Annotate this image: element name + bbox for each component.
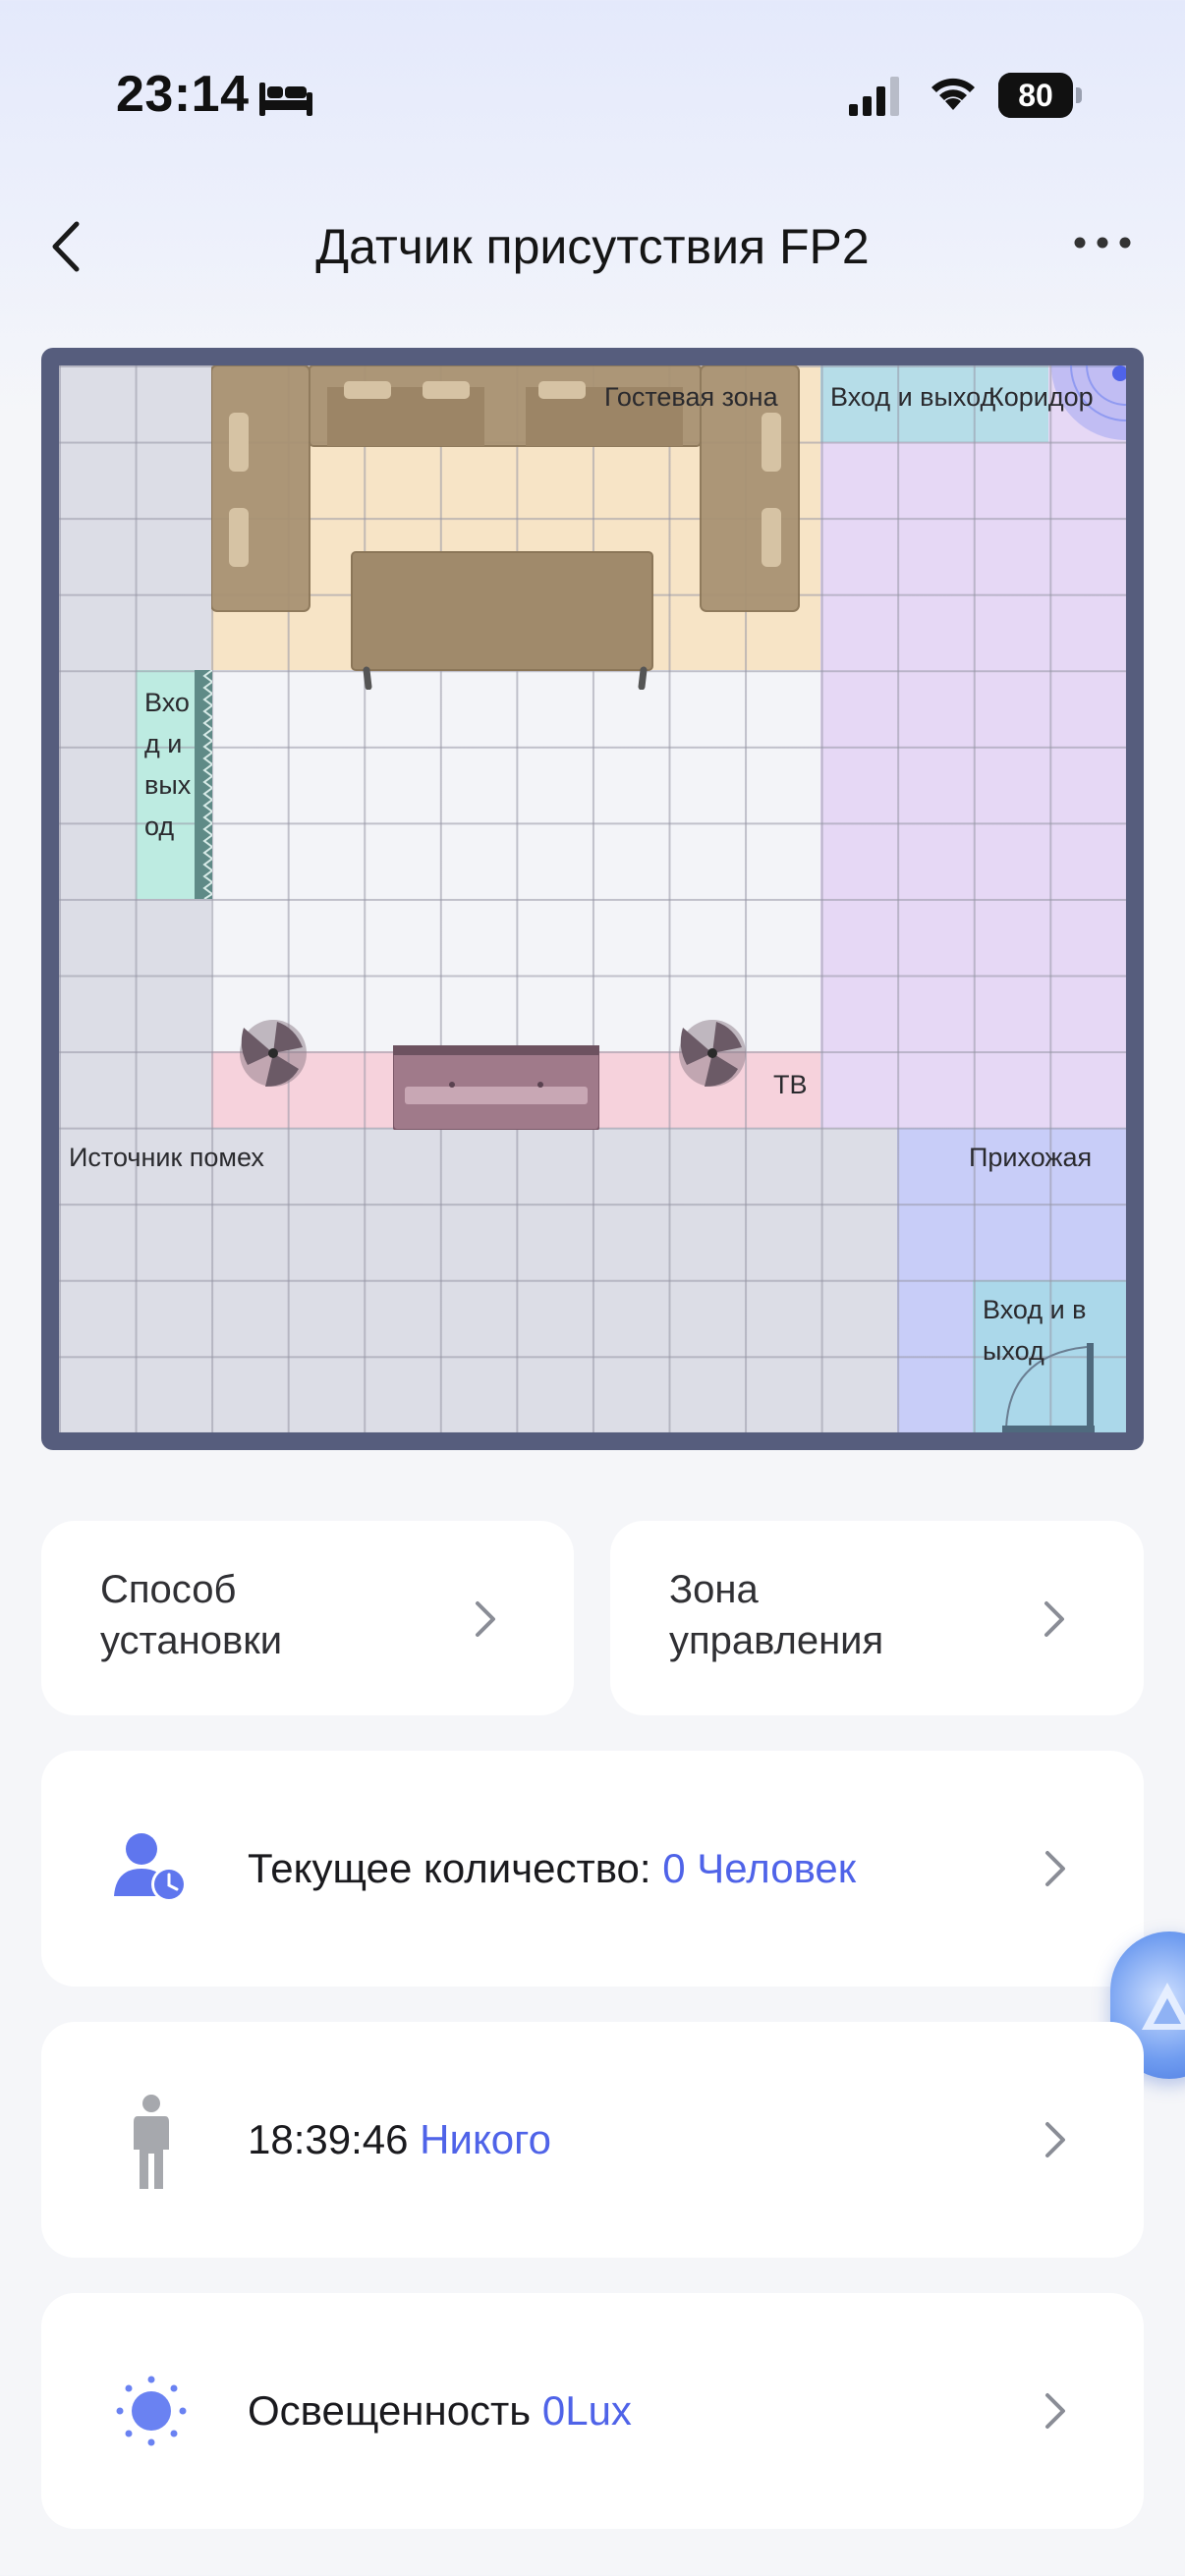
- people-count-text: Текущее количество: 0 Человек: [248, 1845, 856, 1892]
- zone-label-guest: Гостевая зона: [604, 382, 778, 412]
- presence-status-card[interactable]: 18:39:46 Никого: [41, 2022, 1144, 2258]
- illuminance-value: 0Lux: [541, 2387, 632, 2434]
- presence-value: Никого: [420, 2116, 551, 2162]
- people-count-label: Текущее количество:: [248, 1845, 663, 1891]
- zone-label-entrance-left: Вхо д и вых од: [144, 688, 192, 841]
- chevron-right-icon: [1044, 1601, 1064, 1637]
- chevron-right-icon: [1045, 2122, 1065, 2157]
- battery-level: 80: [1018, 78, 1053, 113]
- sun-icon: [116, 2376, 187, 2446]
- corridor-zone[interactable]: [820, 365, 1126, 1128]
- person-clock-icon: [114, 1833, 187, 1902]
- bed-icon: [257, 79, 314, 123]
- illuminance-text: Освещенность 0Lux: [248, 2387, 632, 2435]
- door-icon-left: [195, 670, 212, 899]
- more-dots-icon[interactable]: [1073, 236, 1132, 254]
- install-method-label: Способ установки: [100, 1568, 283, 1662]
- room-map[interactable]: Гостевая зона Вход и выход Коридор Вхо д…: [59, 365, 1126, 1432]
- tv-cabinet-icon: [393, 1045, 599, 1130]
- person-icon: [134, 2095, 169, 2189]
- zone-label-tv: ТВ: [773, 1070, 808, 1099]
- zone-label-entrance-top: Вход и выход: [830, 382, 996, 412]
- zone-label-interference: Источник помех: [69, 1143, 264, 1172]
- illuminance-card[interactable]: Освещенность 0Lux: [41, 2293, 1144, 2529]
- install-method-card[interactable]: Способ установки: [41, 1521, 574, 1715]
- people-count-card[interactable]: Текущее количество: 0 Человек: [41, 1751, 1144, 1987]
- presence-time: 18:39:46: [248, 2116, 421, 2162]
- page-title: Датчик присутствия FP2: [315, 219, 870, 274]
- chevron-right-icon: [1045, 2393, 1065, 2429]
- zone-label-entrance-bottom: Вход и в ыход: [983, 1295, 1087, 1366]
- back-chevron-icon[interactable]: [47, 218, 86, 280]
- wifi-icon: [928, 71, 979, 119]
- people-count-value: 0 Человек: [662, 1845, 857, 1891]
- status-time: 23:14: [116, 66, 250, 123]
- zone-label-corridor: Коридор: [988, 382, 1094, 412]
- presence-status-text: 18:39:46 Никого: [248, 2116, 551, 2163]
- speaker-icon-left: [240, 1020, 307, 1087]
- chevron-right-icon: [476, 1601, 495, 1637]
- control-zone-card[interactable]: Зона управления: [610, 1521, 1144, 1715]
- battery-icon: 80: [998, 73, 1082, 118]
- speaker-icon-right: [679, 1020, 746, 1087]
- chevron-right-icon: [1045, 1851, 1065, 1886]
- zone-label-hallway: Прихожая: [969, 1143, 1093, 1172]
- illuminance-label: Освещенность: [248, 2387, 542, 2434]
- control-zone-label: Зона управления: [669, 1568, 884, 1662]
- cellular-signal-icon: [847, 77, 904, 121]
